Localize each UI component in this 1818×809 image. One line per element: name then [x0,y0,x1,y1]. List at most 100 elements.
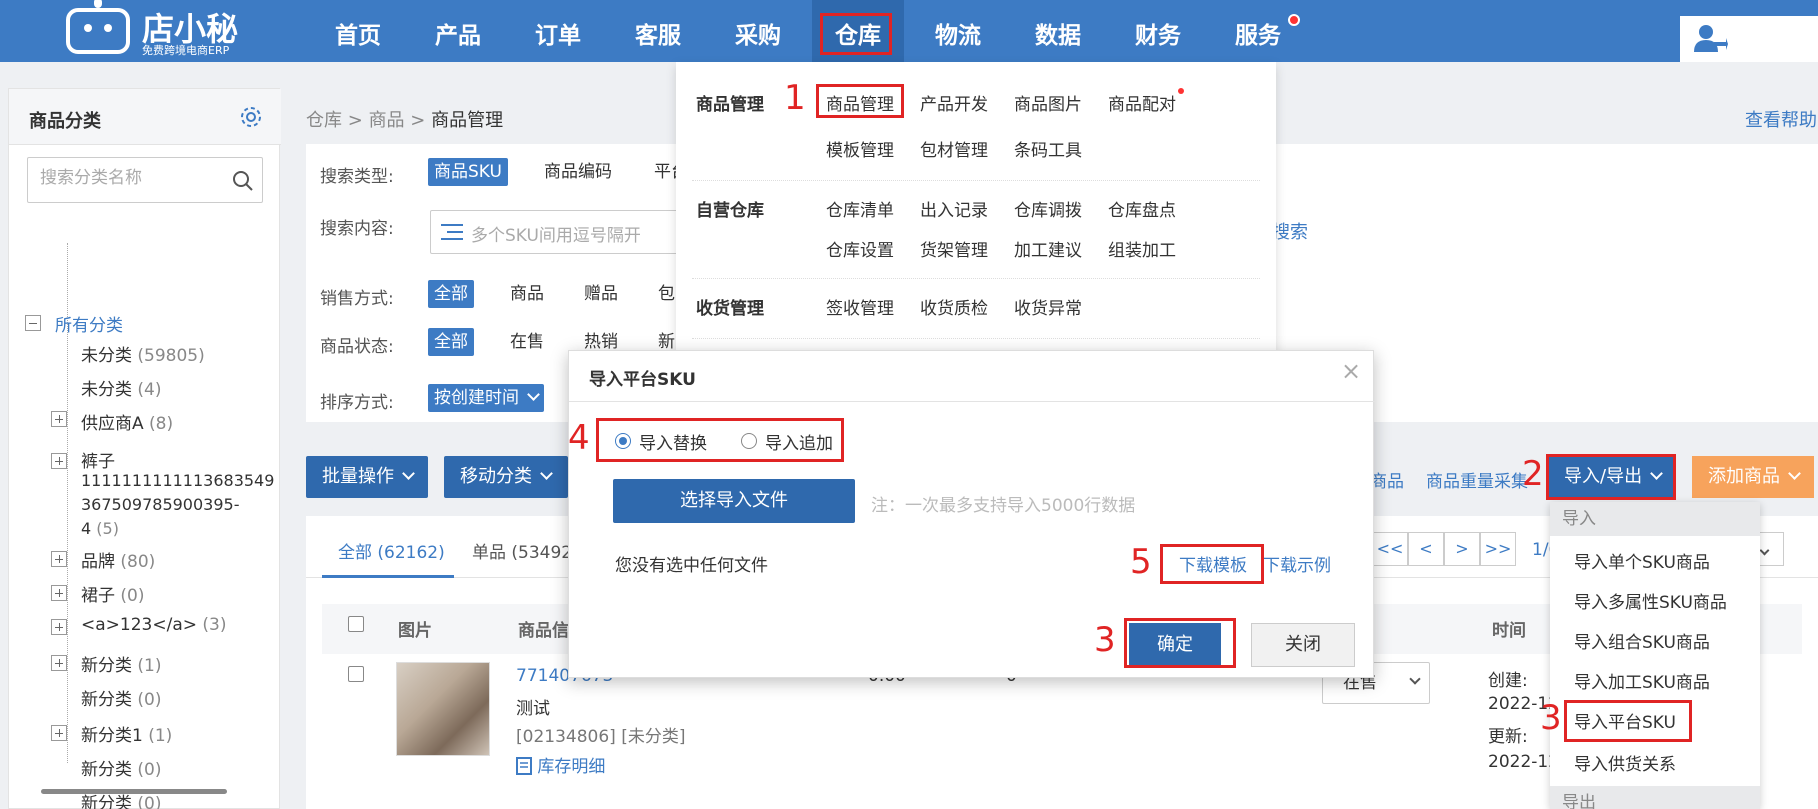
tree-item[interactable]: 裙子 (0) [81,581,145,606]
nav-service[interactable]: 客服 [618,0,698,62]
menu-product-images[interactable]: 商品图片 [1014,90,1082,115]
menu-import-multi-sku[interactable]: 导入多属性SKU商品 [1574,588,1727,613]
tree-item[interactable]: 裤子 [81,447,115,472]
status-all[interactable]: 全部 [428,328,474,356]
sort-select[interactable]: 按创建时间 [428,384,544,412]
tab-single[interactable]: 单品 (53492) [472,538,579,563]
menu-processing-advice[interactable]: 加工建议 [1014,236,1082,261]
breadcrumb-goods[interactable]: 商品 [369,110,405,131]
menu-warehouse-settings[interactable]: 仓库设置 [826,236,894,261]
tree-item[interactable]: 未分类 (4) [81,375,162,400]
annotation-box-5 [1160,544,1264,584]
search-link[interactable]: 搜索 [1272,218,1308,244]
tree-root[interactable]: 所有分类 [55,311,123,336]
menu-warehouse-list[interactable]: 仓库清单 [826,196,894,221]
sale-gift[interactable]: 赠品 [578,280,624,308]
sale-all[interactable]: 全部 [428,280,474,308]
nav-purchase[interactable]: 采购 [718,0,798,62]
tab-all[interactable]: 全部 (62162) [338,538,445,563]
search-type-label: 搜索类型: [320,167,394,187]
brand-logo[interactable]: 店小秘 免费跨境电商ERP [66,0,266,58]
status-on-sale[interactable]: 在售 [504,328,550,356]
expand-icon[interactable] [51,725,67,741]
menu-sign-receipt[interactable]: 签收管理 [826,294,894,319]
nav-home[interactable]: 首页 [318,0,398,62]
search-type-code[interactable]: 商品编码 [538,158,618,186]
category-search-input[interactable] [40,168,220,188]
move-category-button[interactable]: 移动分类 [444,456,568,498]
menu-template-management[interactable]: 模板管理 [826,136,894,161]
expand-icon[interactable] [51,655,67,671]
menu-import-supply[interactable]: 导入供货关系 [1574,750,1676,775]
menu-import-single-sku[interactable]: 导入单个SKU商品 [1574,548,1710,573]
menu-import-combo-sku[interactable]: 导入组合SKU商品 [1574,628,1710,653]
tree-item[interactable]: <a>123</a> (3) [81,615,227,635]
nav-products[interactable]: 产品 [418,0,498,62]
select-all-checkbox[interactable] [348,616,364,632]
expand-icon[interactable] [51,585,67,601]
pager-next[interactable]: > [1444,532,1480,566]
menu-receiving-exception[interactable]: 收货异常 [1014,294,1082,319]
weight-collect-link[interactable]: 商品重量采集 [1426,467,1528,492]
section-own-warehouse: 自营仓库 [696,201,764,221]
user-menu[interactable] [1680,16,1818,62]
menu-import-processing-sku[interactable]: 导入加工SKU商品 [1574,668,1710,693]
pager-last[interactable]: >> [1480,532,1516,566]
sale-method-label: 销售方式: [320,289,394,309]
menu-barcode-tool[interactable]: 条码工具 [1014,136,1082,161]
tree-item[interactable]: 新分类 (1) [81,651,162,676]
breadcrumb-warehouse[interactable]: 仓库 [306,110,342,131]
tree-item[interactable]: 未分类 (59805) [81,341,205,366]
nav-logistics[interactable]: 物流 [918,0,998,62]
breadcrumb-current: 商品管理 [431,110,504,131]
menu-goods-pairing[interactable]: 商品配对 [1108,90,1176,115]
tree-item[interactable]: 新分类1 (1) [81,721,172,746]
add-goods-button[interactable]: 添加商品 [1692,456,1814,498]
tree-item[interactable]: 供应商A (8) [81,409,173,434]
tree-item[interactable]: 新分类 (0) [81,685,162,710]
batch-ops-button[interactable]: 批量操作 [306,456,428,498]
chevron-down-icon [402,467,415,480]
row-checkbox[interactable] [348,666,364,682]
search-content-input[interactable]: 多个SKU间用逗号隔开 [430,210,700,254]
modal-close-button[interactable]: 关闭 [1251,623,1355,667]
pager-first[interactable]: << [1372,532,1408,566]
sidebar-scrollbar[interactable] [41,789,227,794]
help-link[interactable]: 查看帮助 [1745,106,1817,132]
expand-icon[interactable] [51,411,67,427]
menu-product-dev[interactable]: 产品开发 [920,90,988,115]
nav-orders[interactable]: 订单 [518,0,598,62]
expand-icon[interactable] [51,453,67,469]
choose-file-button[interactable]: 选择导入文件 [613,479,855,523]
menu-warehouse-transfer[interactable]: 仓库调拨 [1014,196,1082,221]
user-icon [1694,25,1728,52]
tree-item[interactable]: 品牌 (80) [81,547,155,572]
nav-data[interactable]: 数据 [1018,0,1098,62]
search-icon[interactable] [232,170,254,192]
col-time: 时间 [1492,621,1526,641]
nav-finance[interactable]: 财务 [1118,0,1198,62]
product-thumbnail[interactable] [396,662,490,756]
menu-assembly[interactable]: 组装加工 [1108,236,1176,261]
menu-io-records[interactable]: 出入记录 [920,196,988,221]
goods-link[interactable]: 商品 [1370,467,1404,492]
pager-prev[interactable]: < [1408,532,1444,566]
menu-packaging-management[interactable]: 包材管理 [920,136,988,161]
stock-detail-link[interactable]: 库存明细 [516,752,605,777]
menu-quality-check[interactable]: 收货质检 [920,294,988,319]
product-meta: [02134806] [未分类] [516,727,686,747]
expand-icon[interactable] [51,551,67,567]
tree-item[interactable]: 新分类 (0) [81,755,162,780]
menu-shelf-management[interactable]: 货架管理 [920,236,988,261]
sale-goods[interactable]: 商品 [504,280,550,308]
gear-icon[interactable] [239,105,263,129]
chevron-down-icon [1759,545,1769,556]
expand-icon[interactable] [51,619,67,635]
close-icon[interactable]: × [1341,357,1361,385]
collapse-icon[interactable] [25,315,41,331]
search-type-sku[interactable]: 商品SKU [428,158,508,186]
download-example-link[interactable]: 下载示例 [1263,551,1331,576]
search-content-placeholder: 多个SKU间用逗号隔开 [471,226,641,246]
nav-services[interactable]: 服务 [1218,0,1298,62]
menu-stocktake[interactable]: 仓库盘点 [1108,196,1176,221]
